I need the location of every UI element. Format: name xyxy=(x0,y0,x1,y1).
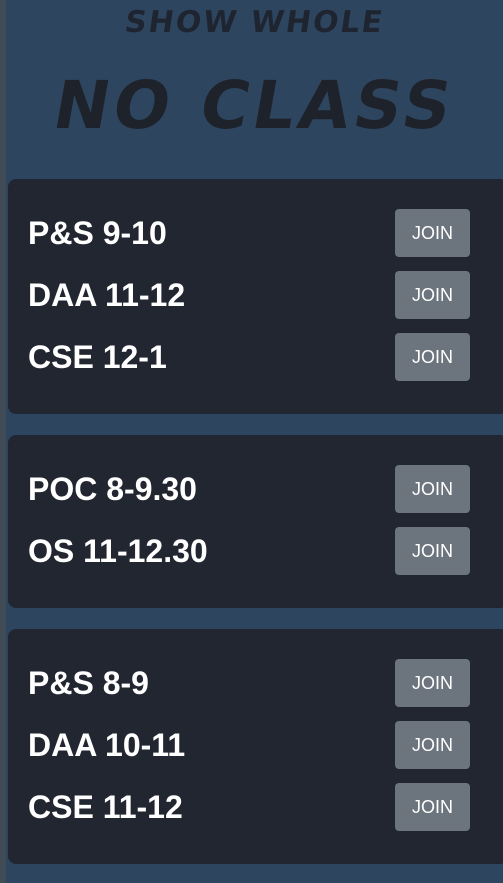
schedule-card: P&S 9-10 JOIN DAA 11-12 JOIN CSE 12-1 JO… xyxy=(8,179,503,414)
header: SHOW WHOLE NO CLASS xyxy=(6,0,503,160)
class-row: DAA 11-12 JOIN xyxy=(8,271,503,319)
class-label: P&S 9-10 xyxy=(28,215,167,251)
class-row: P&S 9-10 JOIN xyxy=(8,209,503,257)
show-whole-toggle[interactable]: SHOW WHOLE xyxy=(4,5,503,40)
class-row: CSE 11-12 JOIN xyxy=(8,783,503,831)
class-label: CSE 12-1 xyxy=(28,339,167,375)
join-button[interactable]: JOIN xyxy=(395,333,470,381)
class-row: POC 8-9.30 JOIN xyxy=(8,465,503,513)
join-button[interactable]: JOIN xyxy=(395,271,470,319)
class-row: P&S 8-9 JOIN xyxy=(8,659,503,707)
join-button[interactable]: JOIN xyxy=(395,659,470,707)
class-row: OS 11-12.30 JOIN xyxy=(8,527,503,575)
class-label: OS 11-12.30 xyxy=(28,533,208,569)
class-row: CSE 12-1 JOIN xyxy=(8,333,503,381)
class-label: CSE 11-12 xyxy=(28,789,183,825)
schedule-card: POC 8-9.30 JOIN OS 11-12.30 JOIN xyxy=(8,435,503,608)
class-label: P&S 8-9 xyxy=(28,665,149,701)
join-button[interactable]: JOIN xyxy=(395,465,470,513)
class-row: DAA 10-11 JOIN xyxy=(8,721,503,769)
join-button[interactable]: JOIN xyxy=(395,783,470,831)
join-button[interactable]: JOIN xyxy=(395,721,470,769)
class-label: DAA 10-11 xyxy=(28,727,186,763)
class-label: DAA 11-12 xyxy=(28,277,186,313)
join-button[interactable]: JOIN xyxy=(395,209,470,257)
schedule-card: P&S 8-9 JOIN DAA 10-11 JOIN CSE 11-12 JO… xyxy=(8,629,503,864)
page-title: NO CLASS xyxy=(47,67,462,144)
join-button[interactable]: JOIN xyxy=(395,527,470,575)
class-label: POC 8-9.30 xyxy=(28,471,197,507)
